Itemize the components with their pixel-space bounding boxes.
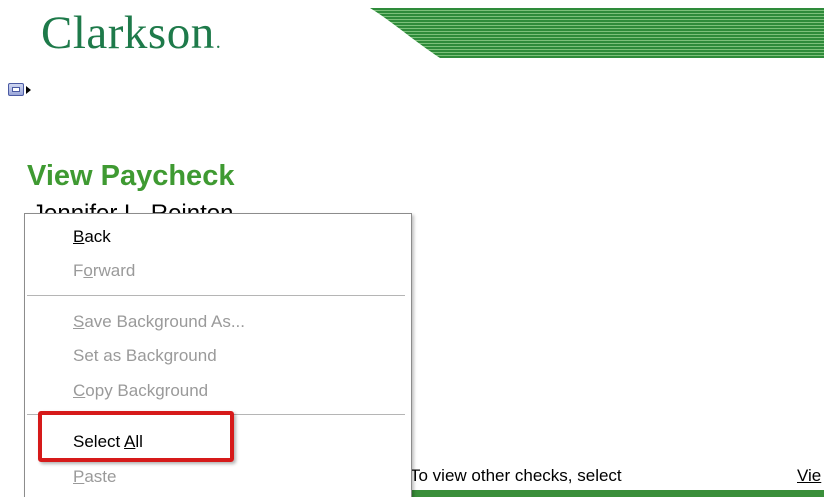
triangle-right-icon <box>26 85 31 94</box>
menu-item-set-background[interactable]: Set as Background <box>73 344 217 368</box>
menu-item-select-all[interactable]: Select All <box>73 430 143 454</box>
menu-item-save-background[interactable]: Save Background As... <box>73 310 245 334</box>
bottom-bar <box>410 490 824 497</box>
page: Clarkson. View Paycheck Jennifer L. Rein… <box>0 0 824 497</box>
logo-mark: . <box>215 31 222 53</box>
menu-item-paste[interactable]: Paste <box>73 465 116 489</box>
menu-item-label: Set as Background <box>73 346 217 365</box>
menu-window-icon <box>8 83 24 96</box>
menu-item-label: Back <box>73 227 111 246</box>
menu-item-label: Forward <box>73 261 136 280</box>
menu-item-label: Save Background As... <box>73 312 245 331</box>
menu-separator <box>27 295 405 297</box>
instruction-text: To view other checks, select <box>410 466 622 485</box>
menu-item-back[interactable]: Back <box>73 225 111 249</box>
menu-item-label: Select All <box>73 432 143 451</box>
menu-item-forward[interactable]: Forward <box>73 259 135 283</box>
logo-text: Clarkson <box>41 7 215 59</box>
menu-separator <box>27 414 405 416</box>
menu-item-label: Copy Background <box>73 381 209 400</box>
menu-item-copy-background[interactable]: Copy Background <box>73 379 208 403</box>
page-title: View Paycheck <box>27 160 235 192</box>
context-menu: Back Forward Save Background As... Set a… <box>24 213 412 497</box>
header-banner <box>370 8 824 58</box>
view-link[interactable]: Vie <box>797 466 821 486</box>
menu-toggle-button[interactable] <box>8 83 31 96</box>
clarkson-logo[interactable]: Clarkson. <box>41 10 221 57</box>
menu-item-label: Paste <box>73 467 117 486</box>
